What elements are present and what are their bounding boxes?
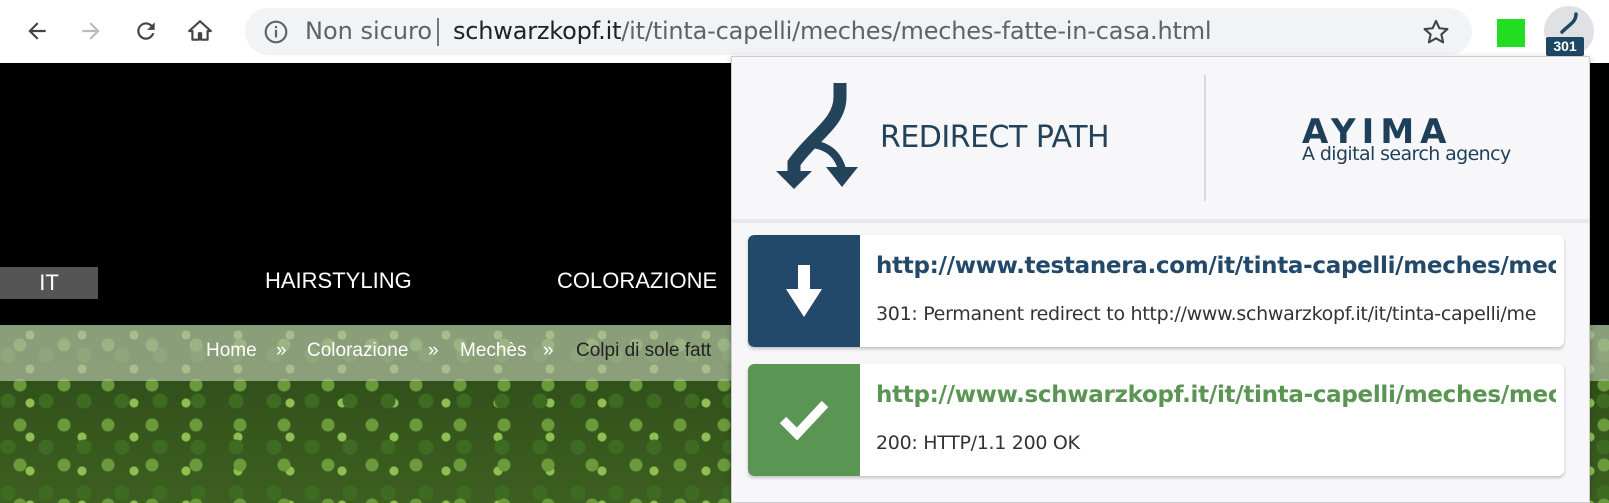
- home-button[interactable]: [181, 12, 219, 50]
- home-icon: [188, 20, 212, 41]
- security-label[interactable]: Non sicuro: [305, 17, 432, 45]
- redirect-hop-card[interactable]: http://www.schwarzkopf.it/it/tinta-capel…: [748, 364, 1564, 476]
- forward-arrow-icon: [82, 22, 100, 40]
- redirect-path-popup: REDIRECT PATH AYIMA A digital search age…: [731, 56, 1590, 503]
- address-divider: [437, 18, 439, 46]
- breadcrumb-home[interactable]: Home: [206, 340, 257, 362]
- redirect-hop-card[interactable]: http://www.testanera.com/it/tinta-capell…: [748, 235, 1564, 347]
- nav-item-hairstyling[interactable]: HAIRSTYLING: [265, 263, 412, 299]
- redirect-count-badge: 301: [1546, 37, 1584, 56]
- nav-item-colorazione[interactable]: COLORAZIONE: [557, 263, 717, 299]
- header-divider: [1204, 75, 1206, 201]
- hop-url-link[interactable]: http://www.schwarzkopf.it/it/tinta-capel…: [876, 382, 1556, 408]
- redirect-path-logo-icon: [776, 83, 858, 189]
- language-selector[interactable]: IT: [0, 267, 98, 299]
- reload-button[interactable]: [127, 12, 165, 50]
- url-text[interactable]: schwarzkopf.it/it/tinta-capelli/meches/m…: [453, 17, 1212, 45]
- check-icon: [779, 400, 829, 440]
- info-icon[interactable]: [263, 19, 289, 45]
- ayima-tagline: A digital search agency: [1302, 143, 1511, 165]
- hop-status-text: 200: HTTP/1.1 200 OK: [876, 432, 1080, 454]
- arrow-down-icon: [786, 265, 822, 317]
- breadcrumb-separator: »: [276, 340, 287, 361]
- redirect-path-icon: [1560, 12, 1578, 34]
- hop-status-text: 301: Permanent redirect to http://www.sc…: [876, 303, 1537, 325]
- hop-url-link[interactable]: http://www.testanera.com/it/tinta-capell…: [876, 253, 1556, 279]
- hop-status-tile: [748, 235, 860, 347]
- reload-icon: [137, 22, 155, 40]
- breadcrumb-separator: »: [543, 340, 554, 361]
- forward-button[interactable]: [72, 12, 110, 50]
- popup-header: REDIRECT PATH AYIMA A digital search age…: [732, 57, 1589, 223]
- breadcrumb-colorazione[interactable]: Colorazione: [307, 340, 408, 362]
- browser-toolbar: Non sicuro schwarzkopf.it/it/tinta-capel…: [0, 0, 1609, 63]
- bookmark-star-icon[interactable]: [1422, 18, 1450, 46]
- breadcrumb-current: Colpi di sole fatt: [576, 340, 712, 361]
- address-bar[interactable]: Non sicuro schwarzkopf.it/it/tinta-capel…: [245, 8, 1472, 55]
- back-button[interactable]: [18, 12, 56, 50]
- url-path: /it/tinta-capelli/meches/meches-fatte-in…: [621, 17, 1212, 45]
- back-arrow-icon: [28, 22, 46, 40]
- breadcrumb-meches[interactable]: Mechès: [460, 340, 527, 362]
- popup-title: REDIRECT PATH: [880, 120, 1110, 155]
- green-extension-icon[interactable]: [1497, 19, 1525, 47]
- breadcrumb-separator: »: [428, 340, 439, 361]
- url-domain: schwarzkopf.it: [453, 17, 622, 45]
- hop-status-tile: [748, 364, 860, 476]
